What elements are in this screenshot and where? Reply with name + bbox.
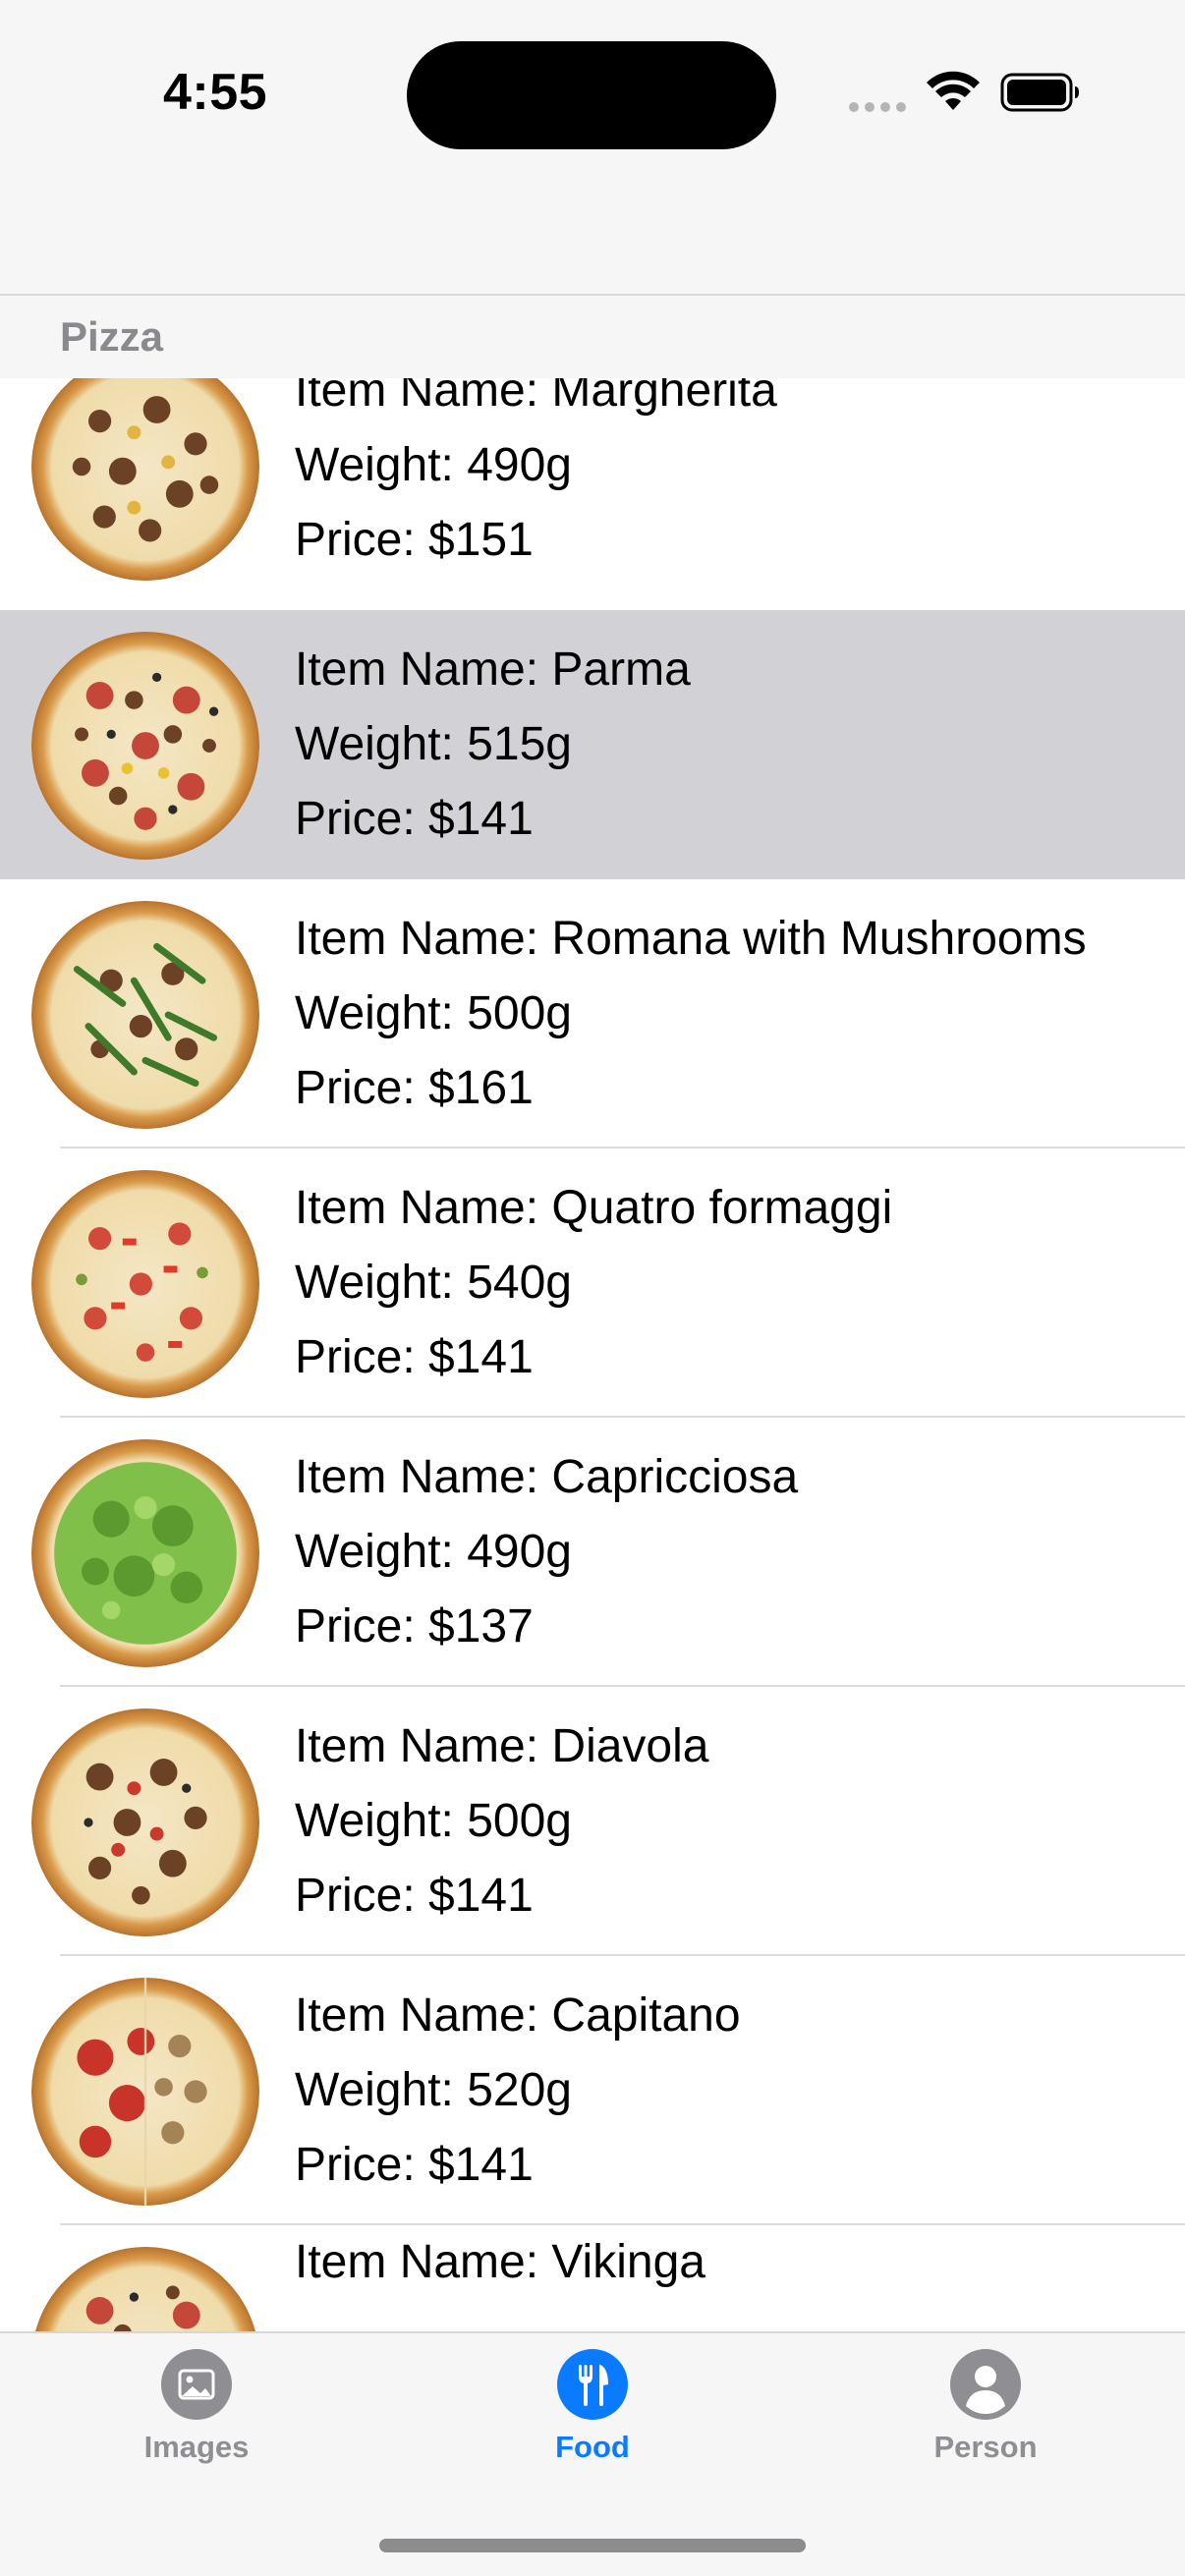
cellular-signal-icon <box>849 102 906 112</box>
item-name: Item Name: Parma <box>295 644 691 696</box>
tab-label: Food <box>555 2430 630 2464</box>
item-weight: Weight: 540g <box>295 1257 572 1309</box>
item-weight: Weight: 520g <box>295 2064 572 2116</box>
pizza-thumbnail <box>31 1978 259 2206</box>
list-item[interactable]: Item Name: Diavola Weight: 500g Price: $… <box>0 1687 1185 1956</box>
tab-images[interactable]: Images <box>79 2349 314 2496</box>
item-price: Price: $137 <box>295 1600 534 1652</box>
item-price: Price: $151 <box>295 514 534 566</box>
pizza-thumbnail <box>31 1708 259 1936</box>
fork-knife-icon <box>557 2349 628 2420</box>
status-time: 4:55 <box>163 64 268 121</box>
item-weight: Weight: 500g <box>295 1795 572 1847</box>
item-weight: Weight: 515g <box>295 718 572 770</box>
item-name: Item Name: Vikinga <box>295 2236 705 2288</box>
navigation-bar: 4:55 <box>0 0 1185 296</box>
item-price: Price: $161 <box>295 1062 534 1114</box>
list-item[interactable]: Item Name: Margherita Weight: 490g Price… <box>0 378 1185 600</box>
home-indicator[interactable] <box>379 2539 806 2552</box>
pizza-thumbnail <box>31 1170 259 1398</box>
dynamic-island <box>407 41 776 149</box>
item-weight: Weight: 490g <box>295 1526 572 1578</box>
person-icon <box>950 2349 1021 2420</box>
battery-icon <box>1000 73 1079 112</box>
section-title: Pizza <box>60 313 164 360</box>
item-weight: Weight: 500g <box>295 987 572 1039</box>
pizza-thumbnail <box>31 378 259 581</box>
tab-food[interactable]: Food <box>475 2349 710 2496</box>
pizza-thumbnail <box>31 901 259 1129</box>
item-weight: Weight: 490g <box>295 439 572 491</box>
tab-person[interactable]: Person <box>868 2349 1103 2496</box>
item-name: Item Name: Romana with Mushrooms <box>295 913 1087 965</box>
item-name: Item Name: Margherita <box>295 378 777 417</box>
item-price: Price: $141 <box>295 2139 534 2191</box>
list-item[interactable]: Item Name: Romana with Mushrooms Weight:… <box>0 879 1185 1148</box>
list-item[interactable]: Item Name: Capitano Weight: 520g Price: … <box>0 1956 1185 2225</box>
item-price: Price: $141 <box>295 1870 534 1922</box>
tab-label: Person <box>933 2430 1038 2464</box>
section-header: Pizza <box>0 296 1185 378</box>
tab-label: Images <box>143 2430 250 2464</box>
pizza-thumbnail <box>31 2247 259 2331</box>
item-price: Price: $141 <box>295 793 534 845</box>
wifi-icon <box>927 71 980 110</box>
item-price: Price: $141 <box>295 1331 534 1383</box>
pizza-thumbnail <box>31 632 259 860</box>
photo-icon <box>161 2349 232 2420</box>
list-item[interactable]: Item Name: Vikinga <box>0 2225 1185 2331</box>
list-item[interactable]: Item Name: Capricciosa Weight: 490g Pric… <box>0 1418 1185 1687</box>
list-item[interactable]: Item Name: Quatro formaggi Weight: 540g … <box>0 1148 1185 1418</box>
list-item[interactable]: Item Name: Parma Weight: 515g Price: $14… <box>0 610 1185 879</box>
item-name: Item Name: Capitano <box>295 1989 741 2042</box>
pizza-thumbnail <box>31 1439 259 1667</box>
food-list[interactable]: Item Name: Margherita Weight: 490g Price… <box>0 378 1185 2331</box>
item-name: Item Name: Quatro formaggi <box>295 1182 893 1234</box>
item-name: Item Name: Diavola <box>295 1720 709 1772</box>
item-name: Item Name: Capricciosa <box>295 1451 799 1503</box>
